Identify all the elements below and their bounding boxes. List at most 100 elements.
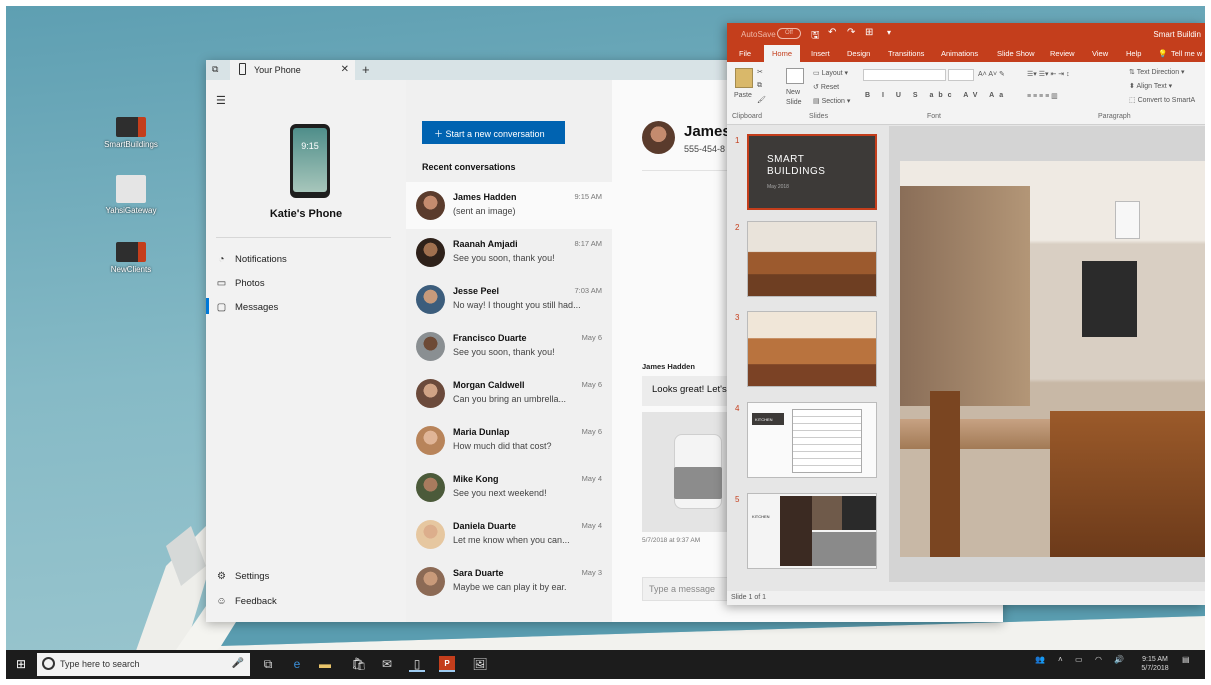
conversation-item[interactable]: Mike Kong See you next weekend! May 4: [406, 464, 612, 511]
phone-image: 9:15: [290, 124, 330, 198]
text-direction-label: Text Direction: [1136, 69, 1180, 76]
current-slide[interactable]: [900, 161, 1205, 557]
font-format-buttons[interactable]: B I U S abc AV Aa: [865, 92, 1008, 99]
clock-time: 9:15 AM: [1142, 656, 1168, 663]
tab-transitions[interactable]: Transitions: [888, 49, 924, 58]
desktop-icon-yahsigateway[interactable]: YahsiGateway: [86, 175, 176, 215]
new-slide-icon[interactable]: [786, 68, 804, 84]
align-icons[interactable]: ≡ ≡ ≡ ≡ ▥: [1027, 92, 1058, 100]
task-view-icon[interactable]: ⧉: [260, 656, 276, 672]
undo-icon[interactable]: ↶: [828, 27, 836, 38]
tab-design[interactable]: Design: [847, 49, 870, 58]
hamburger-menu-icon[interactable]: ☰: [216, 94, 226, 107]
autosave-toggle[interactable]: Off: [777, 28, 801, 39]
slide-thumbnail-3[interactable]: [747, 311, 877, 387]
store-icon[interactable]: 🛍: [351, 656, 367, 672]
copy-icon[interactable]: ⧉: [757, 82, 762, 90]
nav-photos[interactable]: ▭ Photos: [216, 278, 265, 289]
people-icon[interactable]: 👥: [1035, 655, 1045, 664]
paste-icon[interactable]: [735, 68, 753, 88]
layout-button[interactable]: ▭ Layout ▾: [813, 69, 848, 77]
font-name-dropdown[interactable]: [863, 69, 946, 81]
format-painter-icon[interactable]: 🖌: [757, 96, 766, 104]
qat-more-icon[interactable]: ▾: [887, 28, 891, 37]
convert-smartart-button[interactable]: ⬚ Convert to SmartA: [1129, 96, 1195, 104]
taskbar-search-box[interactable]: Type here to search 🎤: [37, 653, 250, 676]
tab-home[interactable]: Home: [764, 45, 801, 62]
tab-slide-show[interactable]: Slide Show: [997, 49, 1035, 58]
slide-number: 2: [735, 223, 740, 232]
edge-icon[interactable]: e: [289, 656, 305, 672]
nav-settings[interactable]: ⚙ Settings: [216, 571, 269, 582]
conversation-item[interactable]: Francisco Duarte See you soon, thank you…: [406, 323, 612, 370]
paste-button[interactable]: Paste: [734, 92, 752, 99]
volume-icon[interactable]: 🔊: [1114, 655, 1124, 664]
divider: [216, 237, 391, 238]
section-button[interactable]: ▤ Section ▾: [813, 97, 850, 105]
nav-messages[interactable]: ▢ Messages: [216, 302, 279, 313]
reset-button[interactable]: ↺ Reset: [813, 83, 839, 91]
tab-file[interactable]: File: [739, 49, 751, 58]
slide-caption: KITCHEN: [752, 514, 770, 519]
desktop-icon-smartbuildings[interactable]: SmartBuildings: [86, 117, 176, 149]
tab-animations[interactable]: Animations: [941, 49, 978, 58]
contact-name: James Hadden: [453, 192, 517, 202]
group-font: Font: [927, 113, 942, 120]
align-text-button[interactable]: ⬍ Align Text ▾: [1129, 82, 1172, 90]
new-slide-button[interactable]: New Slide: [786, 88, 812, 108]
action-center-icon[interactable]: ▤: [1182, 655, 1190, 664]
conversation-item[interactable]: Jesse Peel No way! I thought you still h…: [406, 276, 612, 323]
mail-icon[interactable]: ✉: [379, 656, 395, 672]
font-grow-shrink-icons[interactable]: A˄ A˅ ✎: [978, 70, 1005, 78]
clock[interactable]: 9:15 AM 5/7/2018: [1136, 655, 1174, 673]
new-tab-icon[interactable]: +: [362, 62, 370, 77]
file-explorer-icon[interactable]: ▬: [317, 656, 333, 672]
conversation-item[interactable]: Morgan Caldwell Can you bring an umbrell…: [406, 370, 612, 417]
clock-date: 5/7/2018: [1141, 665, 1169, 672]
task-view-icon[interactable]: ⧉: [212, 64, 218, 75]
bullets-icons[interactable]: ☰▾ ☰▾ ⇤ ⇥ ↕: [1027, 70, 1070, 78]
conversation-item[interactable]: Daniela Duarte Let me know when you can.…: [406, 511, 612, 558]
gear-icon: ⚙: [217, 571, 226, 582]
font-size-dropdown[interactable]: [948, 69, 974, 81]
tab-title: Your Phone: [254, 65, 301, 75]
windows-start-icon[interactable]: ⊞: [13, 656, 29, 672]
photos-taskbar-icon[interactable]: 🖼: [472, 656, 488, 672]
text-direction-button[interactable]: ⇅ Text Direction ▾: [1129, 68, 1185, 76]
chevron-up-icon[interactable]: ˄: [1058, 655, 1063, 664]
slide-thumbnail-4[interactable]: KITCHEN: [747, 402, 877, 478]
nav-feedback[interactable]: ☺ Feedback: [216, 596, 276, 607]
new-conversation-button[interactable]: ＋ Start a new conversation: [422, 121, 565, 144]
nav-notifications[interactable]: ◔ Notifications: [216, 254, 286, 265]
message-preview: See you next weekend!: [453, 488, 547, 498]
tab-help[interactable]: Help: [1126, 49, 1141, 58]
group-paragraph: Paragraph: [1098, 113, 1131, 120]
message-time: 8:17 AM: [574, 239, 602, 248]
wifi-icon[interactable]: ◠: [1095, 655, 1102, 664]
tab-view[interactable]: View: [1092, 49, 1108, 58]
cut-icon[interactable]: ✂: [757, 68, 763, 76]
slide-thumbnail-1[interactable]: SMART BUILDINGS May 2018: [747, 134, 877, 210]
tab-insert[interactable]: Insert: [811, 49, 830, 58]
tab-your-phone[interactable]: Your Phone ✕: [230, 60, 355, 80]
desktop-icon-newclients[interactable]: NewClients: [86, 242, 176, 274]
conversation-item[interactable]: Raanah Amjadi See you soon, thank you! 8…: [406, 229, 612, 276]
conversation-item[interactable]: Sara Duarte Maybe we can play it by ear.…: [406, 558, 612, 605]
tell-me-search[interactable]: Tell me w: [1171, 49, 1202, 58]
button-label: Start a new conversation: [445, 129, 545, 139]
present-icon[interactable]: ⊞: [865, 27, 873, 38]
slide-thumbnail-2[interactable]: [747, 221, 877, 297]
avatar: [416, 567, 445, 596]
microphone-icon[interactable]: 🎤: [232, 658, 244, 669]
close-icon[interactable]: ✕: [341, 64, 349, 75]
slide-title: SMART BUILDINGS: [767, 154, 826, 177]
save-icon[interactable]: 🖫: [811, 28, 820, 45]
battery-icon[interactable]: ▭: [1075, 655, 1083, 664]
powerpoint-taskbar-icon[interactable]: P: [439, 656, 455, 672]
your-phone-taskbar-icon[interactable]: ▯: [409, 656, 425, 672]
slide-thumbnail-5[interactable]: KITCHEN: [747, 493, 877, 569]
conversation-item[interactable]: James Hadden (sent an image) 9:15 AM: [406, 182, 612, 229]
redo-icon[interactable]: ↷: [847, 27, 855, 38]
conversation-item[interactable]: Maria Dunlap How much did that cost? May…: [406, 417, 612, 464]
tab-review[interactable]: Review: [1050, 49, 1075, 58]
